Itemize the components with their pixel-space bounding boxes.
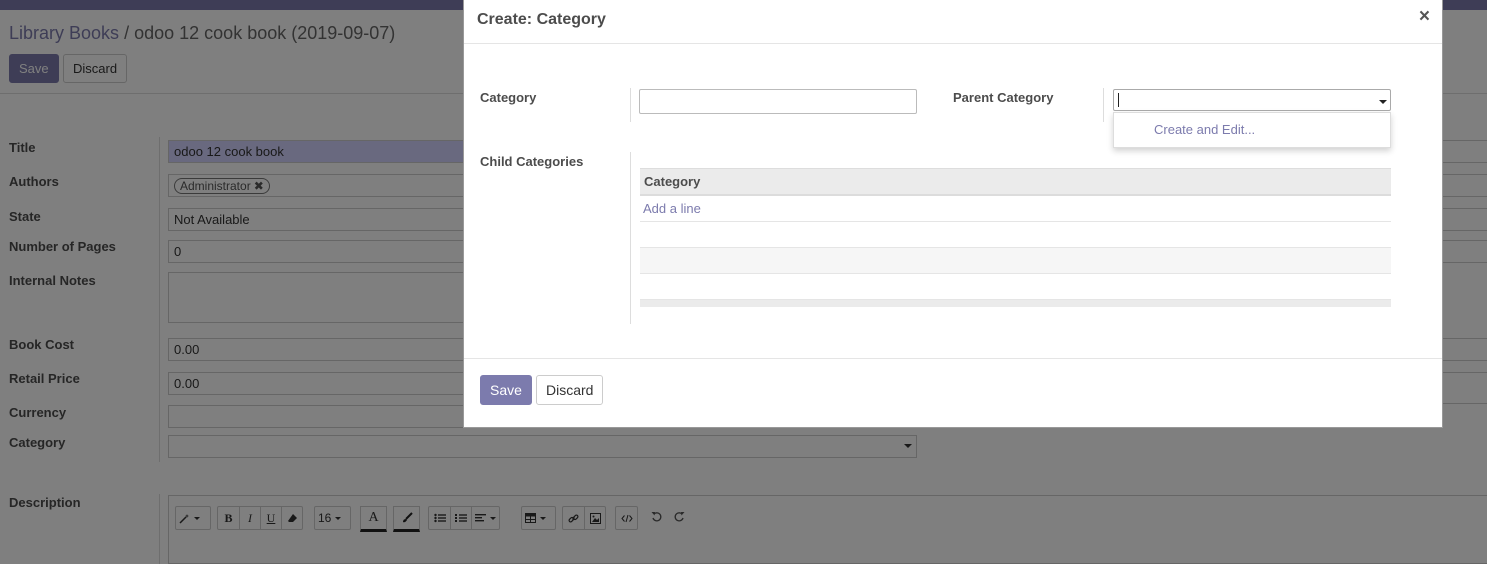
- create-and-edit-option[interactable]: Create and Edit...: [1154, 122, 1255, 137]
- category-name-label: Category: [480, 90, 537, 105]
- create-category-dialog: Create: Category × Category Parent Categ…: [463, 0, 1443, 428]
- column-header-category[interactable]: Category: [640, 168, 1391, 196]
- parent-category-label: Parent Category: [953, 90, 1054, 105]
- modal-discard-button[interactable]: Discard: [536, 375, 604, 405]
- parent-category-dropdown: Create and Edit...: [1113, 112, 1391, 148]
- table-row: [640, 248, 1391, 274]
- label-divider: [630, 152, 631, 324]
- parent-category-select[interactable]: [1113, 89, 1391, 111]
- table-row: [640, 274, 1391, 300]
- add-a-line-link[interactable]: Add a line: [640, 196, 1391, 222]
- table-row: [640, 222, 1391, 248]
- category-name-input[interactable]: [639, 89, 917, 114]
- modal-title: Create: Category: [477, 11, 606, 28]
- child-categories-table: Category Add a line: [640, 168, 1391, 307]
- modal-footer-divider: [464, 358, 1442, 359]
- text-cursor: [1118, 93, 1119, 107]
- table-footer: [640, 300, 1391, 307]
- modal-header: Create: Category ×: [464, 0, 1442, 44]
- chevron-down-icon[interactable]: [1379, 100, 1387, 104]
- label-divider: [1103, 88, 1104, 122]
- label-divider: [630, 88, 631, 122]
- close-icon[interactable]: ×: [1419, 7, 1430, 26]
- modal-save-button[interactable]: Save: [480, 375, 532, 405]
- child-categories-label: Child Categories: [480, 154, 584, 169]
